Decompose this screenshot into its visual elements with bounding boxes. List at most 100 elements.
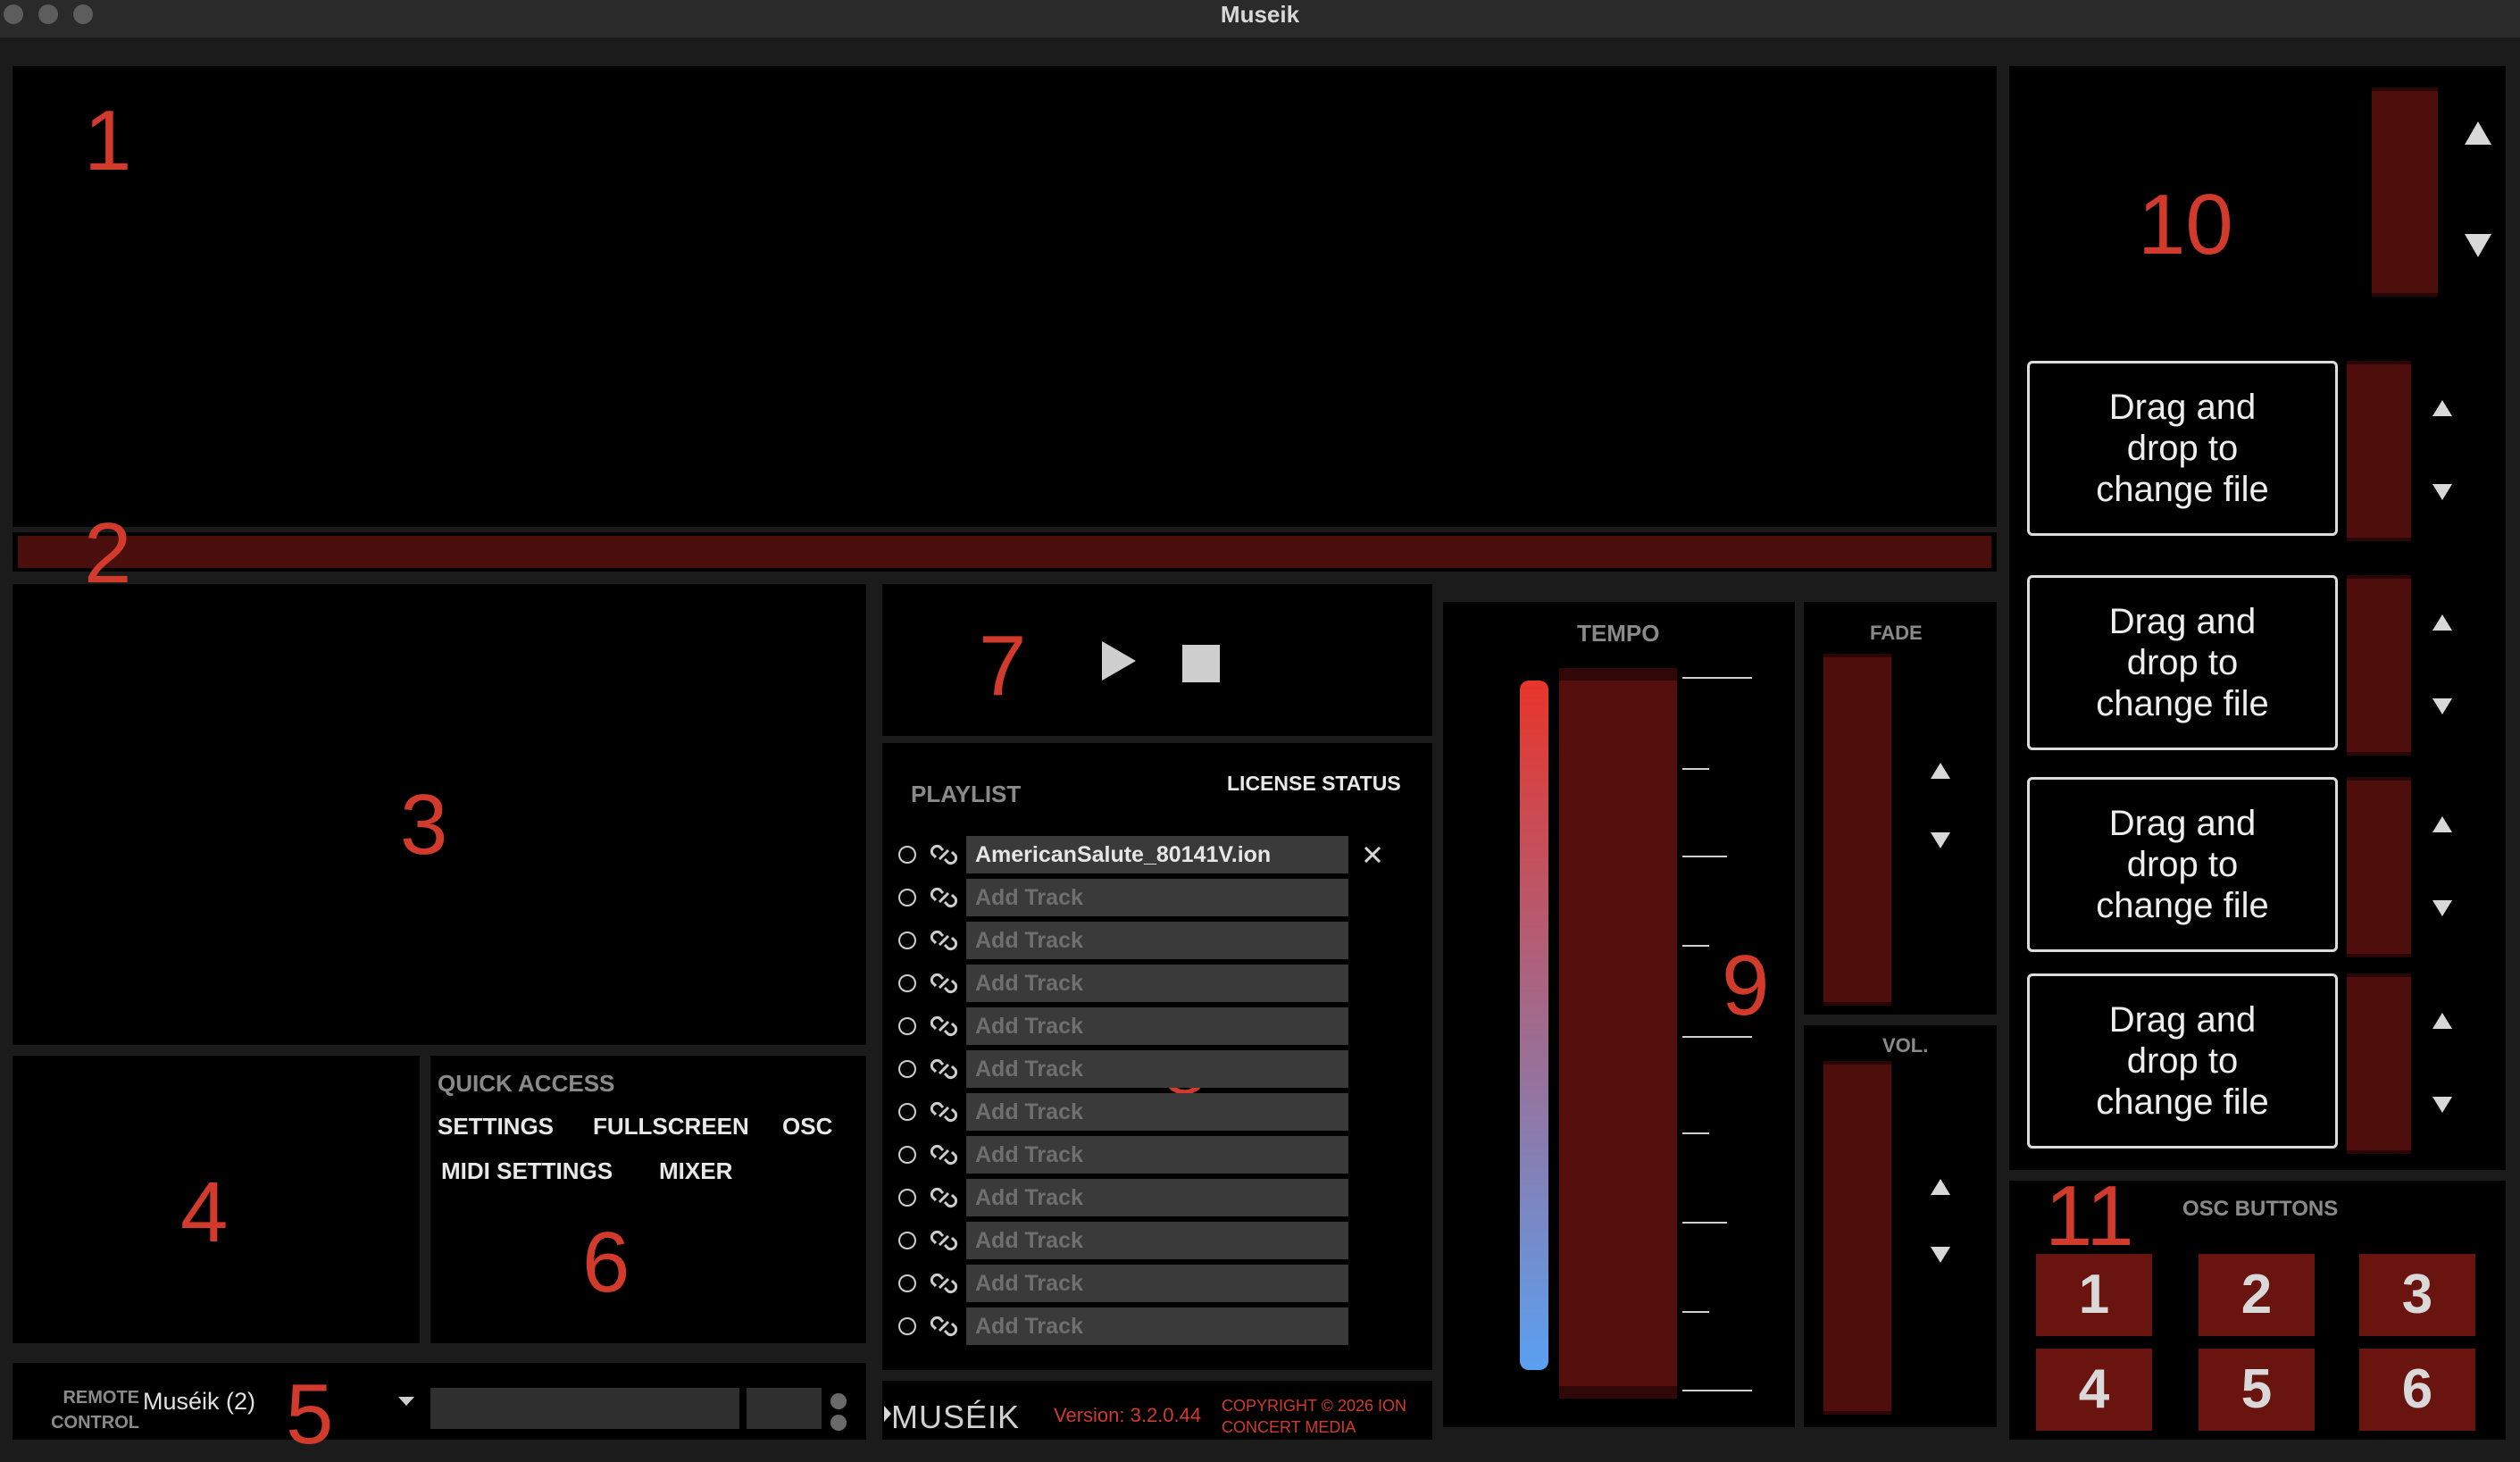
license-status-label: LICENSE STATUS	[1227, 772, 1401, 795]
track-name: Add Track	[975, 1142, 1083, 1167]
link-icon[interactable]	[929, 925, 959, 956]
osc-button-2[interactable]: 2	[2199, 1254, 2315, 1336]
copyright-line2: CONCERT MEDIA	[1222, 1418, 1356, 1436]
playlist-row: Add Track	[898, 965, 1398, 1004]
track-level-slider[interactable]	[2347, 575, 2411, 756]
arrow-up-icon[interactable]	[1929, 1177, 1952, 1197]
link-icon[interactable]	[929, 1097, 959, 1127]
osc-button-1[interactable]: 1	[2036, 1254, 2152, 1336]
arrow-up-icon[interactable]	[2431, 398, 2454, 418]
midi-settings-button[interactable]: MIDI SETTINGS	[441, 1157, 613, 1185]
section-number-3: 3	[400, 777, 448, 873]
track-field[interactable]: Add Track	[966, 1179, 1348, 1216]
osc-button[interactable]: OSC	[782, 1113, 832, 1140]
arrow-down-icon[interactable]	[2431, 1095, 2454, 1115]
playlist-row: Add Track	[898, 1179, 1398, 1218]
stop-icon[interactable]	[1182, 645, 1220, 682]
quick-access-panel: QUICK ACCESS SETTINGS FULLSCREEN OSC MID…	[430, 1056, 866, 1343]
track-select-radio[interactable]	[898, 1274, 916, 1292]
osc-button-3[interactable]: 3	[2359, 1254, 2475, 1336]
link-icon[interactable]	[929, 968, 959, 998]
track-field[interactable]: Add Track	[966, 1265, 1348, 1302]
playlist-row: Add Track	[898, 1093, 1398, 1132]
playlist-row: Add Track	[898, 1007, 1398, 1047]
timeline-bar[interactable]	[18, 536, 1991, 568]
status-dot-icon	[830, 1393, 847, 1409]
vol-label: VOL.	[1882, 1034, 1929, 1057]
master-slider[interactable]	[2372, 88, 2438, 297]
track-field[interactable]: Add Track	[966, 879, 1348, 916]
arrow-down-icon[interactable]	[1929, 1245, 1952, 1265]
close-icon[interactable]	[1363, 845, 1382, 865]
file-drop-zone[interactable]: Drag and drop to change file	[2027, 777, 2338, 952]
mixer-button[interactable]: MIXER	[659, 1157, 732, 1185]
arrow-up-icon[interactable]	[2431, 613, 2454, 632]
playlist-row: Add Track	[898, 1265, 1398, 1304]
file-drop-zone[interactable]: Drag and drop to change file	[2027, 973, 2338, 1149]
link-icon[interactable]	[929, 1311, 959, 1341]
link-icon[interactable]	[929, 882, 959, 913]
file-drop-zone[interactable]: Drag and drop to change file	[2027, 361, 2338, 536]
link-icon[interactable]	[929, 1225, 959, 1256]
tempo-slider[interactable]	[1559, 668, 1677, 1399]
arrow-down-icon[interactable]	[2463, 232, 2493, 259]
arrow-down-icon[interactable]	[1929, 831, 1952, 850]
track-select-radio[interactable]	[898, 974, 916, 992]
panel-1: 1	[13, 66, 1997, 527]
track-select-radio[interactable]	[898, 1103, 916, 1121]
title-bar: Museik	[0, 0, 2520, 38]
track-field[interactable]: Add Track	[966, 1307, 1348, 1345]
track-field[interactable]: Add Track	[966, 1222, 1348, 1259]
arrow-down-icon[interactable]	[2431, 697, 2454, 716]
arrow-up-icon[interactable]	[2463, 120, 2493, 146]
osc-button-5[interactable]: 5	[2199, 1349, 2315, 1431]
settings-button[interactable]: SETTINGS	[438, 1113, 554, 1140]
track-select-radio[interactable]	[898, 1317, 916, 1335]
track-level-slider[interactable]	[2347, 973, 2411, 1154]
track-level-slider[interactable]	[2347, 777, 2411, 957]
tempo-tick	[1682, 1036, 1752, 1038]
remote-address-input[interactable]	[430, 1388, 739, 1429]
link-icon[interactable]	[929, 1268, 959, 1299]
link-icon[interactable]	[929, 1140, 959, 1170]
arrow-down-icon[interactable]	[2431, 482, 2454, 502]
tempo-tick	[1682, 1311, 1709, 1313]
file-drop-zone[interactable]: Drag and drop to change file	[2027, 575, 2338, 750]
osc-button-4[interactable]: 4	[2036, 1349, 2152, 1431]
track-field[interactable]: Add Track	[966, 1093, 1348, 1131]
osc-button-6[interactable]: 6	[2359, 1349, 2475, 1431]
remote-port-input[interactable]	[747, 1388, 822, 1429]
track-field[interactable]: Add Track	[966, 965, 1348, 1002]
track-field[interactable]: Add Track	[966, 1007, 1348, 1045]
track-name: Add Track	[975, 1314, 1083, 1339]
track-select-radio[interactable]	[898, 1017, 916, 1035]
track-select-radio[interactable]	[898, 889, 916, 906]
remote-control-value: Muséik (2)	[143, 1388, 256, 1415]
track-level-slider[interactable]	[2347, 361, 2411, 541]
track-select-radio[interactable]	[898, 1060, 916, 1078]
section-number-5: 5	[286, 1366, 334, 1462]
arrow-up-icon[interactable]	[2431, 1011, 2454, 1031]
link-icon[interactable]	[929, 1054, 959, 1084]
fade-label: FADE	[1870, 622, 1923, 644]
fade-slider[interactable]	[1823, 654, 1891, 1006]
link-icon[interactable]	[929, 1182, 959, 1213]
track-field[interactable]: Add Track	[966, 922, 1348, 959]
link-icon[interactable]	[929, 1011, 959, 1041]
fullscreen-button[interactable]: FULLSCREEN	[593, 1113, 749, 1140]
arrow-up-icon[interactable]	[2431, 815, 2454, 834]
vol-slider[interactable]	[1823, 1061, 1891, 1415]
track-field[interactable]: Add Track	[966, 1050, 1348, 1088]
link-icon[interactable]	[929, 840, 959, 870]
track-select-radio[interactable]	[898, 1189, 916, 1207]
track-field[interactable]: Add Track	[966, 1136, 1348, 1174]
tempo-tick	[1682, 856, 1727, 857]
track-field[interactable]: AmericanSalute_80141V.ion	[966, 836, 1348, 873]
arrow-down-icon[interactable]	[2431, 898, 2454, 918]
play-icon[interactable]	[1100, 639, 1138, 682]
track-select-radio[interactable]	[898, 846, 916, 864]
track-select-radio[interactable]	[898, 1146, 916, 1164]
track-select-radio[interactable]	[898, 1232, 916, 1249]
track-select-radio[interactable]	[898, 932, 916, 949]
arrow-up-icon[interactable]	[1929, 761, 1952, 781]
